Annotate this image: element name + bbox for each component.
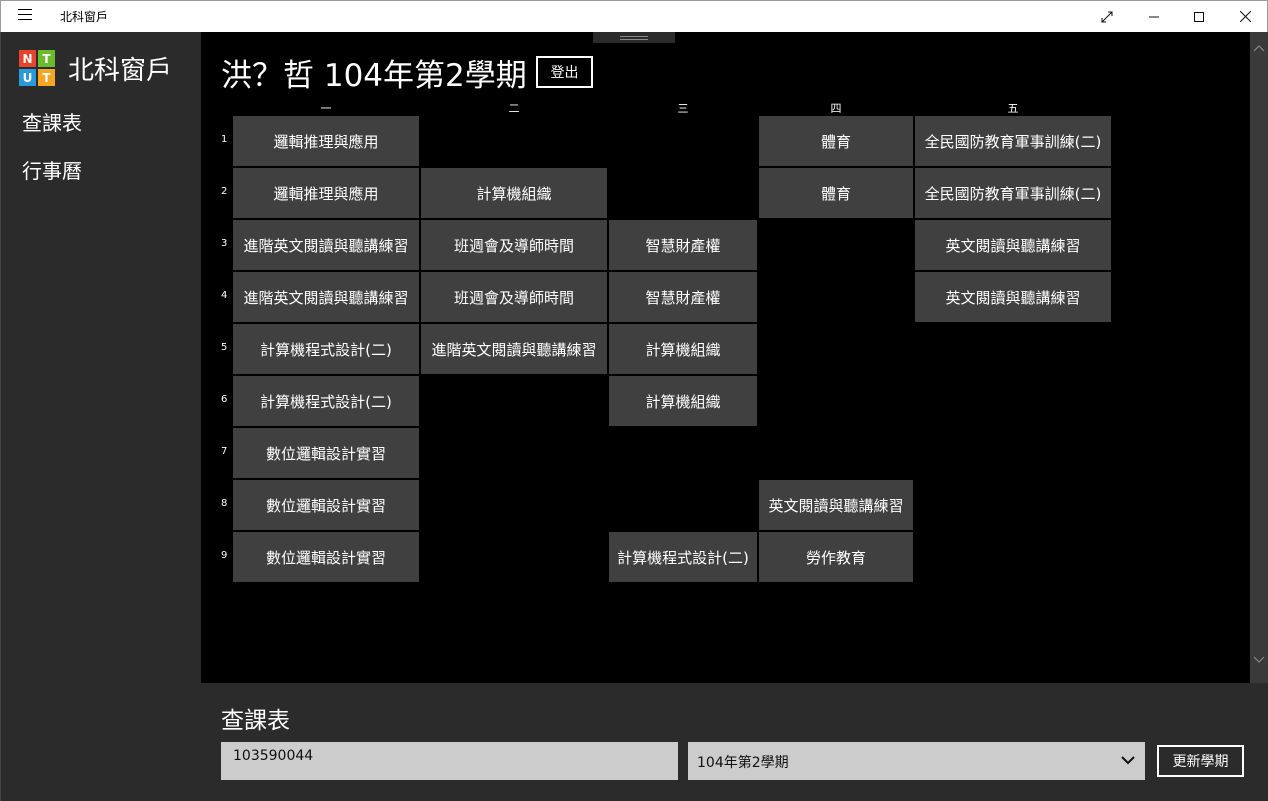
course-cell[interactable]: 數位邏輯設計實習 (233, 532, 419, 582)
course-cell[interactable]: 體育 (759, 168, 913, 218)
course-cell[interactable]: 計算機組織 (609, 324, 757, 374)
update-semester-button[interactable]: 更新學期 (1157, 745, 1244, 777)
course-cell[interactable]: 邏輯推理與應用 (233, 116, 419, 166)
query-panel-title: 查課表 (221, 708, 290, 734)
period-number: 4 (221, 290, 228, 301)
course-cell[interactable]: 智慧財產權 (609, 220, 757, 270)
period-number: 3 (221, 238, 228, 249)
sidebar: N T U T 北科窗戶 查課表 行事曆 (0, 32, 201, 801)
period-number: 6 (221, 394, 228, 405)
student-id-input[interactable]: 103590044 (221, 742, 678, 780)
course-cell[interactable]: 體育 (759, 116, 913, 166)
vertical-scrollbar[interactable] (1250, 32, 1268, 683)
course-cell[interactable]: 進階英文閱讀與聽講練習 (233, 272, 419, 322)
sidebar-item-calendar[interactable]: 行事曆 (22, 155, 82, 184)
course-cell[interactable]: 英文閱讀與聽講練習 (915, 220, 1111, 270)
course-cell[interactable]: 數位邏輯設計實習 (233, 480, 419, 530)
course-cell[interactable]: 智慧財產權 (609, 272, 757, 322)
course-cell[interactable]: 計算機組織 (421, 168, 607, 218)
course-cell[interactable]: 班週會及導師時間 (421, 220, 607, 270)
fullscreen-icon[interactable] (1084, 1, 1130, 32)
period-number: 9 (221, 550, 228, 561)
close-icon[interactable] (1222, 1, 1268, 32)
timetable-panel: 洪？哲 104年第2學期 登出 一 二 三 四 五 1 2 3 4 5 6 7 … (201, 32, 1250, 683)
scroll-down-icon[interactable] (1253, 656, 1265, 667)
course-cell[interactable]: 邏輯推理與應用 (233, 168, 419, 218)
ntut-logo: N T U T (19, 50, 55, 86)
course-cell[interactable]: 計算機組織 (609, 376, 757, 426)
logo-letter-t2: T (38, 69, 55, 86)
maximize-icon[interactable] (1176, 1, 1222, 32)
semester-select[interactable]: 104年第2學期 (688, 742, 1145, 780)
course-cell[interactable]: 全民國防教育軍事訓練(二) (915, 116, 1111, 166)
day-header-mon: 一 (320, 102, 332, 115)
course-cell[interactable]: 計算機程式設計(二) (233, 324, 419, 374)
drag-handle-icon[interactable] (593, 32, 675, 43)
page-title: 洪？哲 104年第2學期 (221, 58, 527, 94)
title-bar: 北科窗戶 (0, 0, 1268, 32)
course-cell[interactable]: 進階英文閱讀與聽講練習 (421, 324, 607, 374)
period-number: 7 (221, 446, 228, 457)
course-cell[interactable]: 計算機程式設計(二) (233, 376, 419, 426)
period-number: 5 (221, 342, 228, 353)
day-header-fri: 五 (1007, 102, 1019, 115)
window-title: 北科窗戶 (60, 10, 109, 24)
course-cell[interactable]: 數位邏輯設計實習 (233, 428, 419, 478)
logo-letter-n: N (19, 50, 36, 67)
scrollbar-thumb[interactable] (1250, 32, 1268, 683)
hamburger-menu-icon[interactable] (18, 9, 32, 21)
minimize-icon[interactable] (1131, 1, 1177, 32)
course-cell[interactable]: 全民國防教育軍事訓練(二) (915, 168, 1111, 218)
logout-button[interactable]: 登出 (536, 56, 593, 88)
day-header-tue: 二 (508, 102, 520, 115)
day-header-thu: 四 (830, 102, 842, 115)
chevron-down-icon (1121, 749, 1135, 770)
course-cell[interactable]: 英文閱讀與聽講練習 (759, 480, 913, 530)
logo-letter-t: T (38, 50, 55, 67)
app-brand: 北科窗戶 (68, 56, 173, 86)
course-cell[interactable]: 班週會及導師時間 (421, 272, 607, 322)
period-number: 1 (221, 134, 228, 145)
course-cell[interactable]: 進階英文閱讀與聽講練習 (233, 220, 419, 270)
period-number: 2 (221, 186, 228, 197)
query-panel: 查課表 103590044 104年第2學期 更新學期 (201, 683, 1268, 801)
scroll-up-icon[interactable] (1253, 44, 1265, 55)
course-cell[interactable]: 計算機程式設計(二) (609, 532, 757, 582)
day-header-wed: 三 (677, 102, 689, 115)
course-cell[interactable]: 勞作教育 (759, 532, 913, 582)
logo-letter-u: U (19, 69, 36, 86)
period-number: 8 (221, 498, 228, 509)
course-cell[interactable]: 英文閱讀與聽講練習 (915, 272, 1111, 322)
semester-select-value: 104年第2學期 (697, 755, 789, 771)
sidebar-item-timetable[interactable]: 查課表 (22, 107, 82, 136)
